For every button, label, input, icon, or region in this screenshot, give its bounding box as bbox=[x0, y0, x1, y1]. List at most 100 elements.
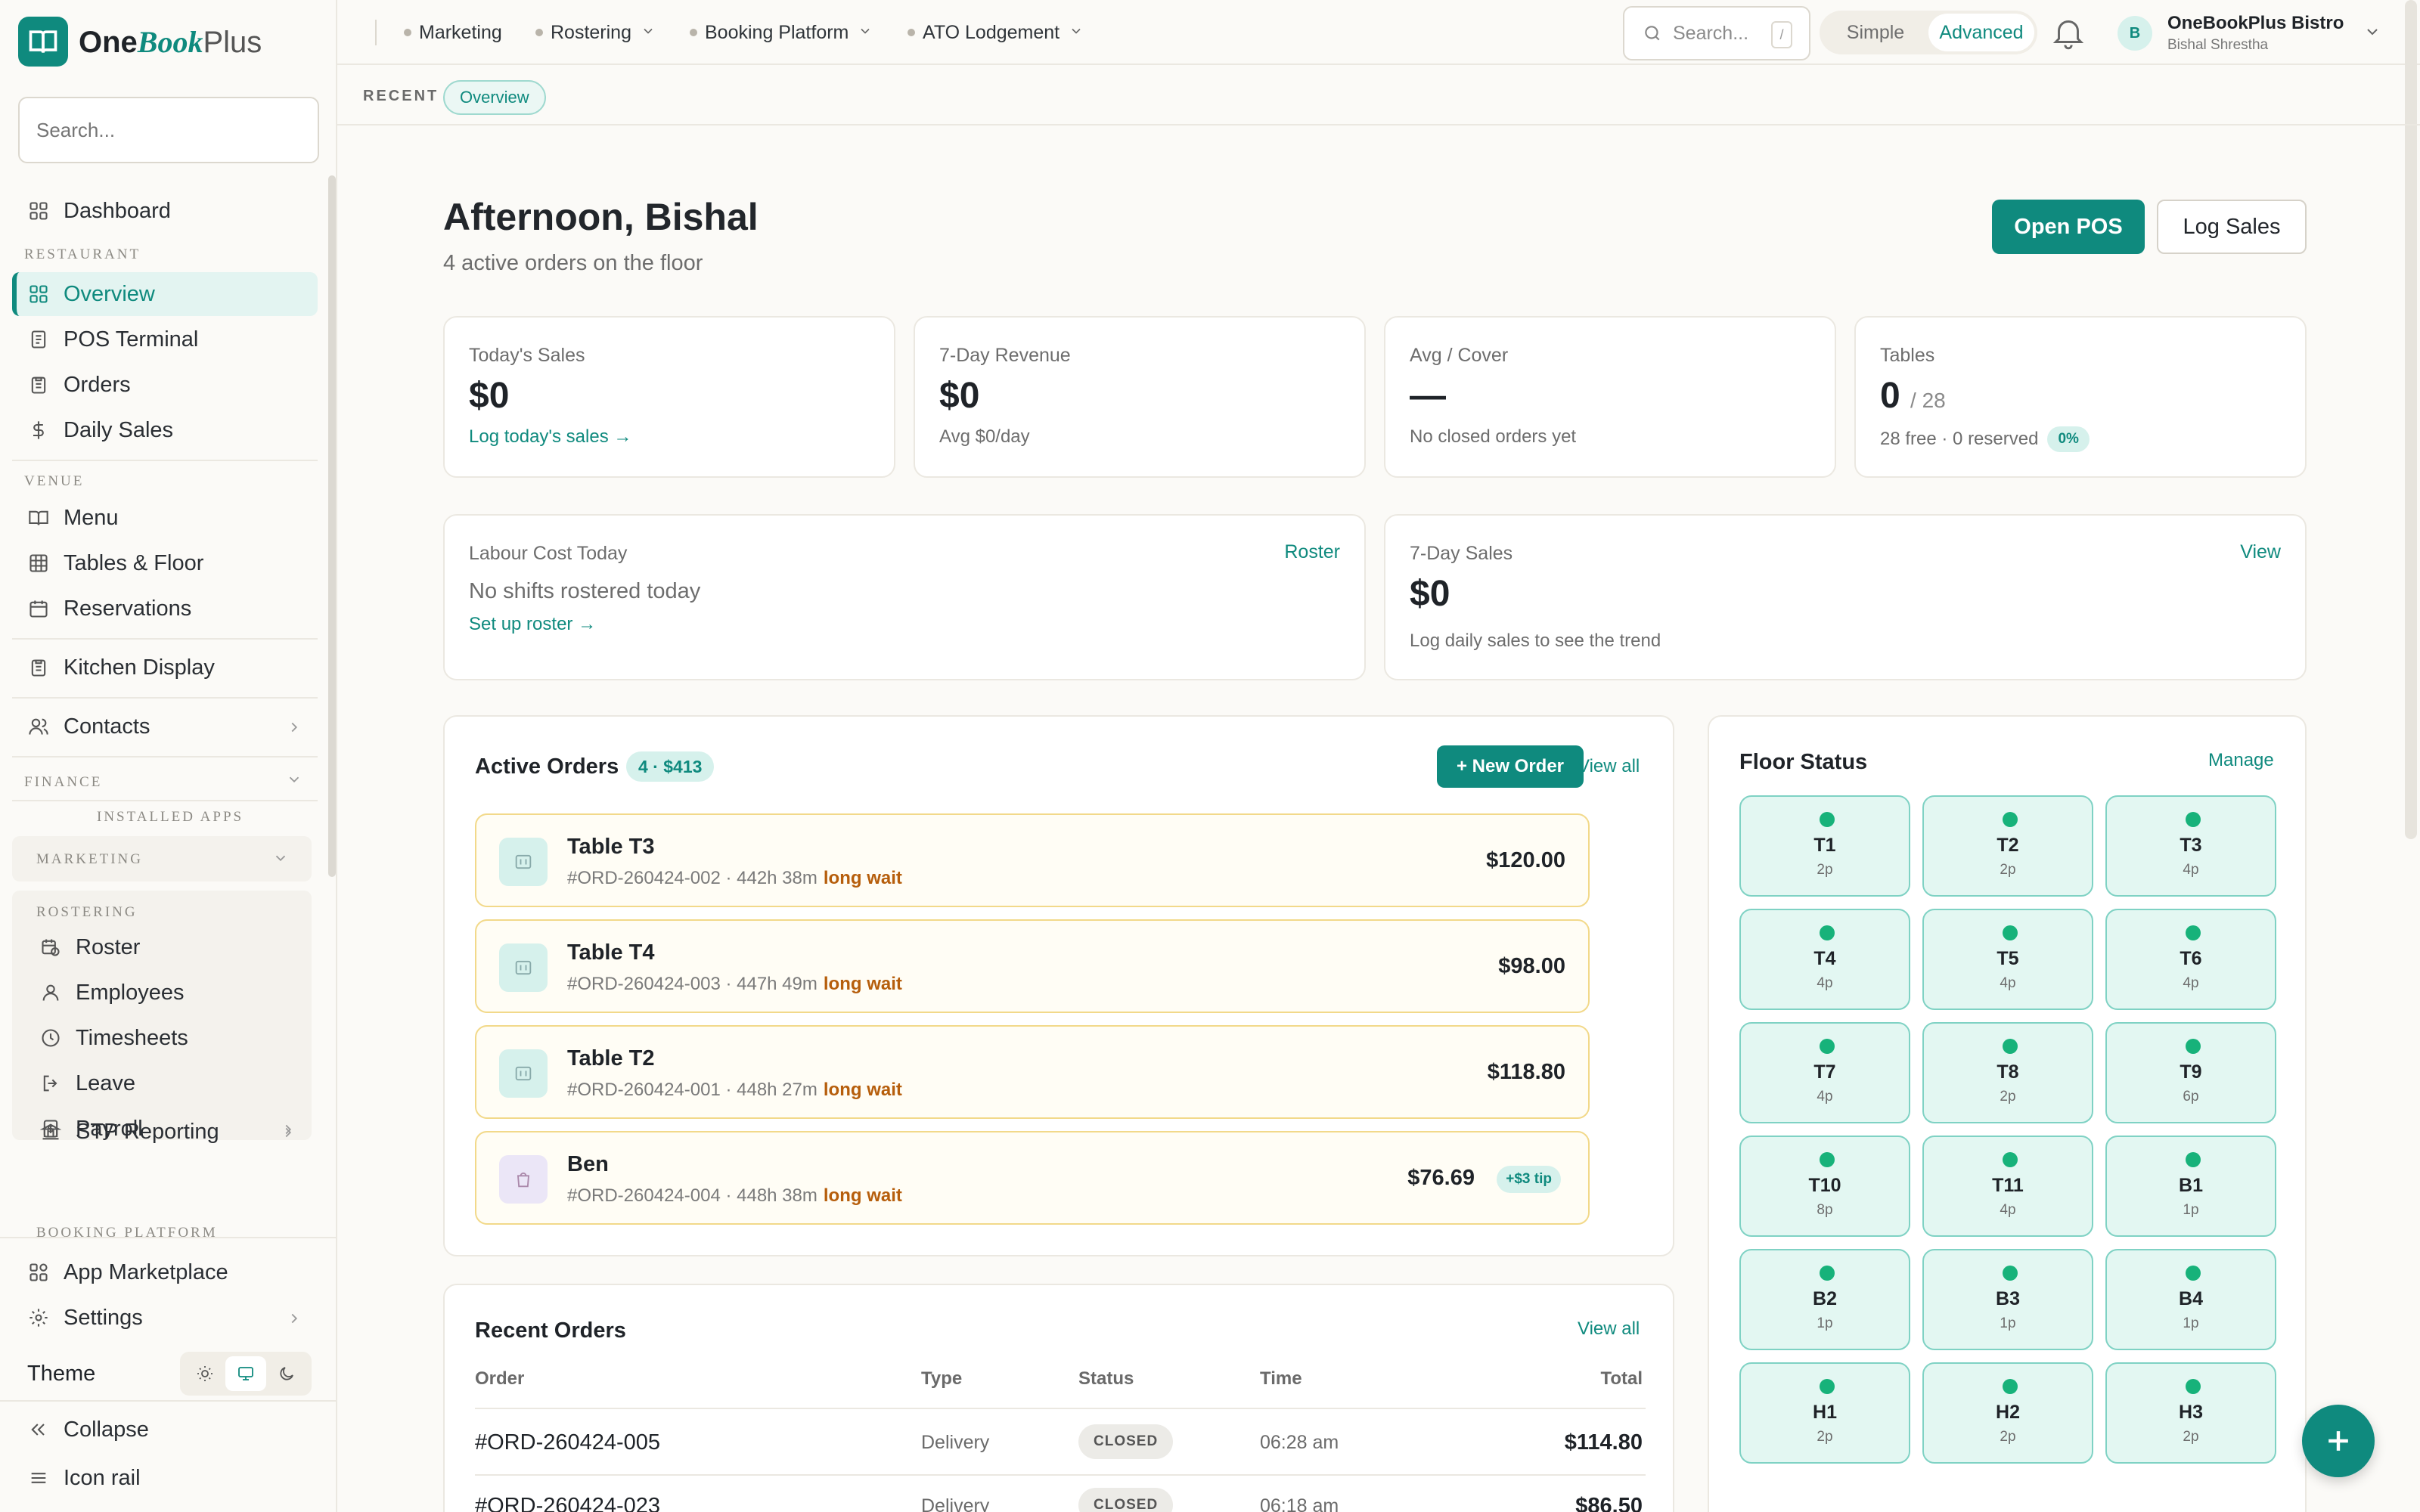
floor-table-tile[interactable]: T5 4p bbox=[1922, 909, 2093, 1010]
sidebar-item-label: Collapse bbox=[64, 1417, 149, 1442]
order-time: 06:28 am bbox=[1260, 1432, 1339, 1453]
wait-status: long wait bbox=[823, 1185, 902, 1206]
column-header-order[interactable]: Order bbox=[475, 1368, 524, 1390]
floor-table-tile[interactable]: B3 1p bbox=[1922, 1249, 2093, 1350]
open-pos-button[interactable]: Open POS bbox=[1992, 200, 2145, 254]
new-order-button[interactable]: + New Order bbox=[1437, 745, 1584, 788]
sidebar-item-tables-floor[interactable]: Tables & Floor bbox=[12, 541, 318, 585]
page-scrollbar[interactable] bbox=[2405, 0, 2417, 839]
setup-roster-link[interactable]: Set up roster → bbox=[469, 614, 596, 635]
sidebar-item-dashboard[interactable]: Dashboard bbox=[12, 189, 318, 233]
floor-table-tile[interactable]: T10 8p bbox=[1739, 1136, 1910, 1237]
table-name: T1 bbox=[1813, 835, 1836, 856]
view-all-active-link[interactable]: View all bbox=[1578, 756, 1640, 777]
sun-icon[interactable] bbox=[185, 1356, 225, 1391]
column-header-total[interactable]: Total bbox=[1600, 1368, 1643, 1390]
order-total: $86.50 bbox=[1575, 1494, 1643, 1512]
mode-simple-button[interactable]: Simple bbox=[1823, 14, 1928, 51]
plate-icon bbox=[499, 1049, 548, 1098]
active-order-row[interactable]: Ben #ORD-260424-004 · 448h 38m long wait … bbox=[475, 1131, 1590, 1225]
mode-advanced-button[interactable]: Advanced bbox=[1928, 14, 2034, 51]
wait-status: long wait bbox=[823, 868, 902, 888]
sidebar-item-roster[interactable]: Roster bbox=[24, 925, 312, 969]
roster-link[interactable]: Roster bbox=[1284, 541, 1340, 563]
bell-icon[interactable] bbox=[2046, 11, 2090, 54]
floor-table-tile[interactable]: H3 2p bbox=[2105, 1362, 2276, 1464]
floor-table-tile[interactable]: B4 1p bbox=[2105, 1249, 2276, 1350]
floor-table-tile[interactable]: T3 4p bbox=[2105, 795, 2276, 897]
wait-status: long wait bbox=[823, 1080, 902, 1100]
view-sales-link[interactable]: View bbox=[2240, 541, 2281, 563]
calendar-icon bbox=[27, 597, 50, 620]
sidebar-item-leave[interactable]: Leave bbox=[24, 1061, 312, 1105]
log-todays-sales-link[interactable]: Log today's sales → bbox=[469, 426, 631, 448]
floor-status-card: Floor Status Manage T1 2p T2 2p T3 4p T4 4p T5 4p… bbox=[1708, 715, 2307, 1512]
column-header-type[interactable]: Type bbox=[921, 1368, 962, 1390]
view-all-recent-link[interactable]: View all bbox=[1578, 1318, 1640, 1340]
sidebar-item-menu[interactable]: Menu bbox=[12, 496, 318, 540]
card-title: Labour Cost Today bbox=[469, 543, 628, 564]
topnav-ato-lodgement[interactable]: ATO Lodgement bbox=[908, 20, 1084, 45]
global-search-input[interactable]: Search... / bbox=[1623, 6, 1810, 60]
floor-table-tile[interactable]: T11 4p bbox=[1922, 1136, 2093, 1237]
chevron-down-icon[interactable] bbox=[286, 771, 302, 792]
log-sales-button[interactable]: Log Sales bbox=[2157, 200, 2307, 254]
divider bbox=[475, 1408, 1646, 1409]
sidebar-item-app-marketplace[interactable]: App Marketplace bbox=[12, 1250, 318, 1294]
sidebar-search-input[interactable] bbox=[18, 97, 319, 163]
user-menu[interactable]: B OneBookPlus Bistro Bishal Shrestha bbox=[2118, 12, 2381, 54]
floor-table-tile[interactable]: T2 2p bbox=[1922, 795, 2093, 897]
floor-table-tile[interactable]: T9 6p bbox=[2105, 1022, 2276, 1123]
icon-rail-button[interactable]: Icon rail bbox=[12, 1456, 318, 1500]
column-header-status[interactable]: Status bbox=[1078, 1368, 1134, 1390]
floor-table-tile[interactable]: T8 2p bbox=[1922, 1022, 2093, 1123]
status-dot-icon bbox=[2186, 812, 2201, 827]
brand-logo[interactable]: OneBookPlus bbox=[18, 17, 262, 67]
sidebar-item-pos-terminal[interactable]: POS Terminal bbox=[12, 318, 318, 361]
sidebar-scrollbar[interactable] bbox=[328, 175, 336, 877]
calendar-clock-icon bbox=[39, 936, 62, 959]
collapse-button[interactable]: Collapse bbox=[12, 1408, 318, 1452]
clipboard-icon bbox=[27, 373, 50, 396]
floor-table-tile[interactable]: T1 2p bbox=[1739, 795, 1910, 897]
floor-table-tile[interactable]: T6 4p bbox=[2105, 909, 2276, 1010]
page-subtitle: 4 active orders on the floor bbox=[443, 251, 703, 275]
floor-table-tile[interactable]: T7 4p bbox=[1739, 1022, 1910, 1123]
active-order-row[interactable]: Table T3 #ORD-260424-002 · 442h 38m long … bbox=[475, 813, 1590, 907]
column-header-time[interactable]: Time bbox=[1260, 1368, 1302, 1390]
sidebar-item-stp-reporting[interactable]: STP Reporting bbox=[24, 1110, 312, 1154]
sidebar-item-reservations[interactable]: Reservations bbox=[12, 587, 318, 631]
sidebar-item-orders[interactable]: Orders bbox=[12, 363, 318, 407]
sidebar-item-timesheets[interactable]: Timesheets bbox=[24, 1016, 312, 1060]
table-name: H2 bbox=[1996, 1402, 2020, 1423]
floor-table-tile[interactable]: H2 2p bbox=[1922, 1362, 2093, 1464]
topnav-rostering[interactable]: Rostering bbox=[535, 20, 656, 45]
sidebar-item-overview[interactable]: Overview bbox=[12, 272, 318, 316]
divider bbox=[12, 697, 318, 699]
sidebar-item-daily-sales[interactable]: Daily Sales bbox=[12, 408, 318, 452]
chevron-right-icon bbox=[286, 1308, 302, 1333]
status-dot-icon bbox=[1820, 812, 1835, 827]
topnav-marketing[interactable]: Marketing bbox=[404, 20, 502, 45]
sidebar-item-settings[interactable]: Settings bbox=[12, 1296, 318, 1340]
sidebar-item-kitchen-display[interactable]: Kitchen Display bbox=[12, 646, 318, 689]
sidebar-item-contacts[interactable]: Contacts bbox=[12, 705, 318, 748]
manage-floor-link[interactable]: Manage bbox=[2208, 750, 2274, 771]
floor-table-tile[interactable]: B1 1p bbox=[2105, 1136, 2276, 1237]
floor-table-tile[interactable]: B2 1p bbox=[1739, 1249, 1910, 1350]
active-order-row[interactable]: Table T4 #ORD-260424-003 · 447h 49m long … bbox=[475, 919, 1590, 1013]
floor-table-tile[interactable]: T4 4p bbox=[1739, 909, 1910, 1010]
active-order-row[interactable]: Table T2 #ORD-260424-001 · 448h 27m long … bbox=[475, 1025, 1590, 1119]
floor-table-tile[interactable]: H1 2p bbox=[1739, 1362, 1910, 1464]
recent-chip-overview[interactable]: Overview bbox=[443, 80, 546, 115]
sidebar-item-label: Dashboard bbox=[64, 198, 171, 223]
topnav-booking-platform[interactable]: Booking Platform bbox=[690, 20, 873, 45]
add-fab-button[interactable] bbox=[2302, 1405, 2375, 1477]
sidebar-item-employees[interactable]: Employees bbox=[24, 971, 312, 1015]
monitor-icon[interactable] bbox=[225, 1356, 266, 1391]
divider bbox=[0, 1400, 337, 1402]
sidebar-item-label: Timesheets bbox=[76, 1025, 188, 1050]
marketing-group[interactable]: MARKETING bbox=[12, 836, 312, 881]
stat-card-todays-sales: Today's Sales $0 Log today's sales → bbox=[443, 316, 895, 478]
moon-icon[interactable] bbox=[266, 1356, 307, 1391]
